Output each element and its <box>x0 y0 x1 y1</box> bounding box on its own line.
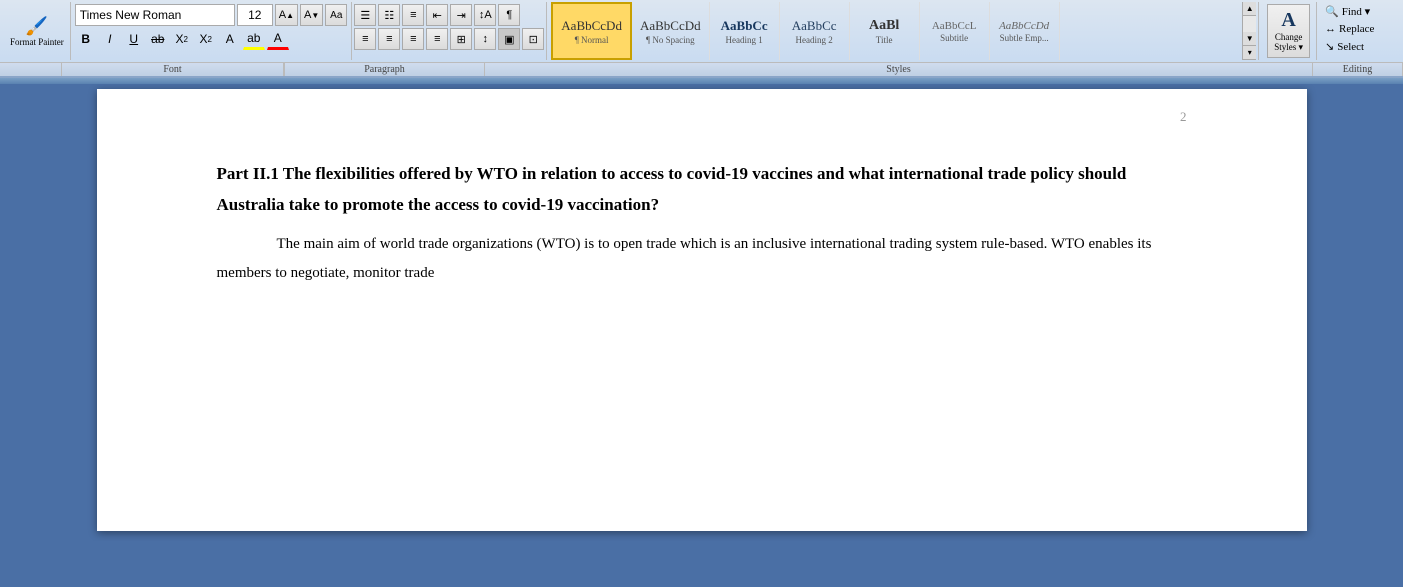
change-styles-button[interactable]: A Change Styles ▾ <box>1267 4 1310 58</box>
font-name-input[interactable] <box>75 4 235 26</box>
paragraph-group: ☰ ☷ ≡ ⇤ ⇥ ↕A ¶ ≡ ≡ ≡ ≡ ⊞ ↕ ▣ ⊡ <box>351 2 547 60</box>
decrease-indent-button[interactable]: ⇤ <box>426 4 448 26</box>
clear-format-button[interactable]: Aa <box>325 4 347 26</box>
page-number: 2 <box>1180 109 1187 125</box>
align-left-button[interactable]: ≡ <box>354 28 376 50</box>
style-subtle-emphasis[interactable]: AaBbCcDd Subtle Emp... <box>990 2 1060 60</box>
editing-section: 🔍 Find ▾ ↔ Replace ↘ Select <box>1319 2 1399 60</box>
document-page: 2 Part II.1 The flexibilities offered by… <box>97 89 1307 531</box>
replace-button[interactable]: ↔ Replace <box>1323 22 1395 36</box>
document-body: The main aim of world trade organization… <box>217 230 1187 287</box>
style-subtitle[interactable]: AaBbCcL Subtitle <box>920 2 990 60</box>
font-color-button[interactable]: A <box>267 28 289 50</box>
editing-label: Editing <box>1313 63 1403 76</box>
underline-button[interactable]: U <box>123 28 145 50</box>
scroll-down-arrow[interactable]: ▼ <box>1243 32 1256 46</box>
justify-button[interactable]: ≡ <box>426 28 448 50</box>
sort-button[interactable]: ↕A <box>474 4 496 26</box>
increase-indent-button[interactable]: ⇥ <box>450 4 472 26</box>
binoculars-icon: 🔍 <box>1325 5 1339 18</box>
multilevel-list-button[interactable]: ≡ <box>402 4 424 26</box>
replace-icon: ↔ <box>1325 23 1336 35</box>
align-right-button[interactable]: ≡ <box>402 28 424 50</box>
document-heading: Part II.1 The flexibilities offered by W… <box>217 159 1187 220</box>
document-area: 2 Part II.1 The flexibilities offered by… <box>0 84 1403 541</box>
shrink-font-button[interactable]: A▼ <box>300 4 323 26</box>
style-heading2[interactable]: AaBbCc Heading 2 <box>780 2 850 60</box>
paint-icon: 🖌️ <box>26 16 48 37</box>
styles-group: AaBbCcDd ¶ Normal AaBbCcDd ¶ No Spacing … <box>549 2 1259 60</box>
styles-label: Styles <box>485 63 1313 76</box>
show-paragraph-button[interactable]: ¶ <box>498 4 520 26</box>
font-size-input[interactable] <box>237 4 273 26</box>
style-title[interactable]: AaBl Title <box>850 2 920 60</box>
align-center-button[interactable]: ≡ <box>378 28 400 50</box>
strikethrough-button[interactable]: ab <box>147 28 169 50</box>
font-label: Font <box>62 63 284 76</box>
subscript-button[interactable]: X2 <box>171 28 193 50</box>
shading-button[interactable]: ▣ <box>498 28 520 50</box>
bullets-button[interactable]: ☰ <box>354 4 376 26</box>
select-icon: ↘ <box>1325 40 1334 53</box>
section-labels-row: Font Paragraph Styles Editing <box>0 62 1403 76</box>
grow-font-button[interactable]: A▲ <box>275 4 298 26</box>
column-layout-button[interactable]: ⊞ <box>450 28 472 50</box>
font-group: A▲ A▼ Aa B I U ab X2 X2 A ab A <box>73 2 350 60</box>
line-spacing-button[interactable]: ↕ <box>474 28 496 50</box>
style-no-spacing[interactable]: AaBbCcDd ¶ No Spacing <box>632 2 710 60</box>
font-section-label <box>0 63 62 76</box>
italic-button[interactable]: I <box>99 28 121 50</box>
ribbon: 🖌️ Format Painter A▲ A▼ Aa B I U ab <box>0 0 1403 78</box>
borders-button[interactable]: ⊡ <box>522 28 544 50</box>
format-painter-button[interactable]: 🖌️ Format Painter <box>8 14 66 49</box>
styles-scrollbar[interactable]: ▲ ▼ ▾ <box>1242 2 1256 60</box>
app-window: 🖌️ Format Painter A▲ A▼ Aa B I U ab <box>0 0 1403 541</box>
style-normal[interactable]: AaBbCcDd ¶ Normal <box>551 2 632 60</box>
find-button[interactable]: 🔍 Find ▾ <box>1323 4 1395 19</box>
bold-button[interactable]: B <box>75 28 97 50</box>
select-button[interactable]: ↘ Select <box>1323 39 1395 54</box>
scroll-up-arrow[interactable]: ▲ <box>1243 2 1256 16</box>
style-heading1[interactable]: AaBbCc Heading 1 <box>710 2 780 60</box>
numbering-button[interactable]: ☷ <box>378 4 400 26</box>
highlight-color-button[interactable]: ab <box>243 28 265 50</box>
text-effects-button[interactable]: A <box>219 28 241 50</box>
paragraph-label: Paragraph <box>285 63 485 76</box>
superscript-button[interactable]: X2 <box>195 28 217 50</box>
scroll-more-arrow[interactable]: ▾ <box>1243 46 1256 60</box>
paragraph-1: The main aim of world trade organization… <box>217 230 1187 287</box>
